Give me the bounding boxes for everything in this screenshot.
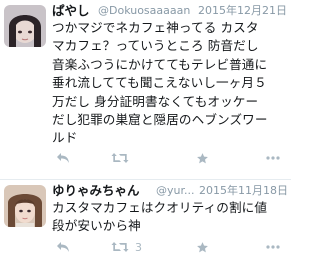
tweet-text: カスタマカフェはクオリティの割に値 段が安いから神 [52,200,268,234]
tweet-header: ゆりゃみちゃん @yur... 2015年11月18日 [52,182,288,200]
reply-icon [57,153,69,163]
tweet-actions: 3 [56,239,286,255]
retweet-icon [111,153,129,163]
reply-button[interactable] [56,239,70,255]
reply-button[interactable] [56,150,70,166]
retweet-button[interactable]: 3 [111,239,142,255]
tweet-header: ぱやし @Dokuosaaaaan 2015年12月21日 [52,2,288,20]
avatar[interactable] [4,185,46,227]
more-icon [266,156,280,160]
tweet-actions [56,150,286,166]
star-icon [197,241,208,252]
star-icon [197,152,208,163]
retweet-count: 3 [135,240,142,254]
user-name[interactable]: ゆりゃみちゃん [52,182,140,200]
tweet: ゆりゃみちゃん @yur... 2015年11月18日 カスタマカフェはクオリテ… [0,180,291,261]
tweet-text: つかマジでネカフェ神ってる カスタ マカフェ？っていうところ 防音だし 音楽ふつ… [52,20,268,146]
user-name[interactable]: ぱやし [52,2,90,20]
more-button[interactable] [266,239,280,255]
like-button[interactable] [196,239,209,255]
retweet-button[interactable] [111,150,135,166]
like-button[interactable] [196,150,209,166]
user-handle[interactable]: @Dokuosaaaaan [98,2,190,20]
retweet-icon [111,242,129,252]
reply-icon [57,242,69,252]
tweet: ぱやし @Dokuosaaaaan 2015年12月21日 つかマジでネカフェ神… [0,0,291,180]
more-icon [266,245,280,249]
more-button[interactable] [266,150,280,166]
user-handle[interactable]: @yur... [156,182,194,200]
tweet-date[interactable]: 2015年12月21日 [198,2,287,20]
tweet-date[interactable]: 2015年11月18日 [199,182,288,200]
avatar[interactable] [4,5,46,47]
